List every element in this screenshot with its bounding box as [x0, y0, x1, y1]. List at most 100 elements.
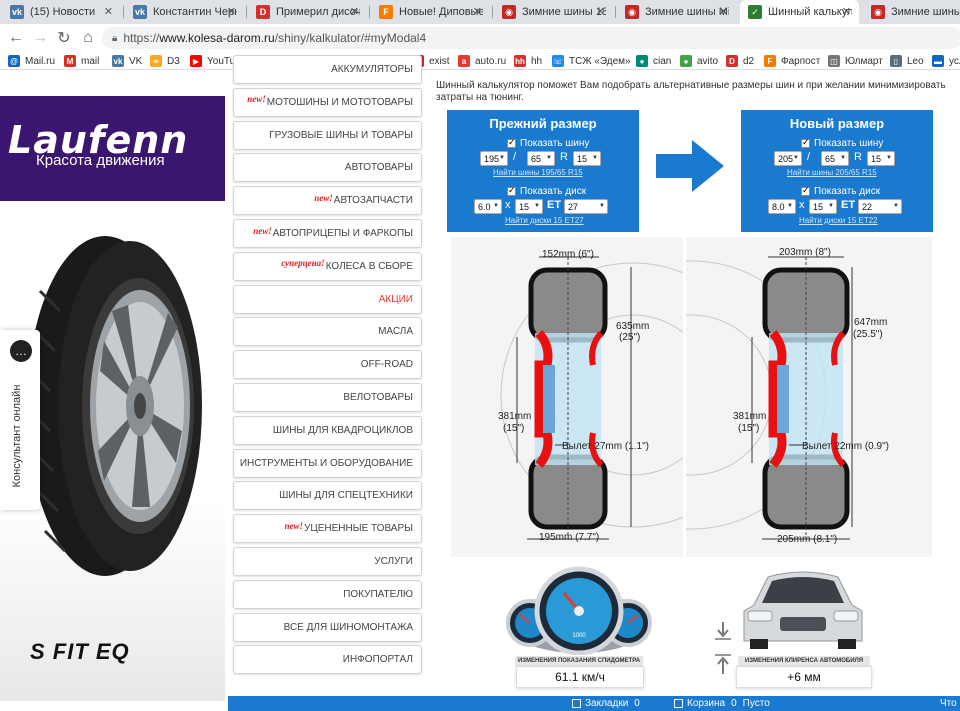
browser-tab[interactable]: vk (15) Новости ✕ — [2, 0, 121, 24]
online-consultant-tab[interactable]: … Консультант онлайн — [0, 330, 40, 510]
new-disk-radius-select[interactable]: 15 ▼ — [809, 199, 837, 214]
old-disk-radius-select[interactable]: 15 ▼ — [515, 199, 543, 214]
menu-item[interactable]: new! МОТОШИНЫ И МОТОТОВАРЫ — [233, 87, 422, 117]
laufenn-banner[interactable]: Laufenn Красота движения — [0, 96, 225, 201]
close-tab-icon[interactable]: ✕ — [104, 5, 113, 18]
old-show-tire-checkbox[interactable]: Показать шину — [507, 137, 589, 149]
menu-item[interactable]: new! УЦЕНЕННЫЕ ТОВАРЫ — [233, 514, 422, 544]
address-bar[interactable]: 🔒︎ https://www.kolesa-darom.ru/shiny/kal… — [102, 27, 960, 49]
new-find-disks-link[interactable]: Найти диски 15 ET22 — [799, 216, 878, 225]
dropdown-arrow-icon: ▼ — [592, 155, 598, 161]
new-disk-width-select[interactable]: 8.0 ▼ — [768, 199, 796, 214]
menu-item[interactable]: АКЦИИ — [233, 284, 422, 314]
new-find-tires-link[interactable]: Найти шины 205/65 R15 — [787, 168, 877, 177]
old-et-select[interactable]: 27 ▼ — [564, 199, 608, 214]
browser-tab[interactable]: ◉Зимние шины Mich✕ — [617, 0, 736, 24]
home-icon[interactable]: ⌂ — [78, 28, 98, 48]
new-profile-select[interactable]: 65 ▼ — [821, 151, 849, 166]
bookmark-item[interactable]: F Фарпост — [764, 53, 820, 69]
dropdown-arrow-icon: ▼ — [534, 203, 540, 209]
bookmark-item[interactable]: @ Mail.ru — [8, 53, 55, 69]
browser-tab[interactable]: vk Константин Черняев✕ — [125, 0, 244, 24]
bookmark-label: D3 — [167, 55, 180, 67]
bookmark-item[interactable]: ◫ Юлмарт — [828, 53, 883, 69]
close-tab-icon[interactable]: ✕ — [842, 5, 851, 18]
bookmark-item[interactable]: vk VK — [112, 53, 142, 69]
bookmark-item[interactable]: ▯ Leo — [890, 53, 924, 69]
cart-button[interactable]: Корзина 0 Пусто — [674, 698, 770, 709]
bookmark-item[interactable]: Mmail — [64, 53, 99, 69]
menu-item[interactable]: new! АВТОЗАПЧАСТИ — [233, 186, 422, 216]
old-find-tires-link[interactable]: Найти шины 195/65 R15 — [493, 168, 583, 177]
old-show-disk-checkbox[interactable]: Показать диск — [507, 185, 586, 197]
menu-item[interactable]: УСЛУГИ — [233, 547, 422, 576]
old-find-disks-link[interactable]: Найти диски 15 ET27 — [505, 216, 584, 225]
menu-item[interactable]: ГРУЗОВЫЕ ШИНЫ И ТОВАРЫ — [233, 120, 422, 150]
menu-item[interactable]: МАСЛА — [233, 317, 422, 347]
bottom-right-link[interactable]: Что — [940, 698, 957, 709]
menu-item[interactable]: ВЕЛОТОВАРЫ — [233, 383, 422, 412]
clearance-arrows-icon — [715, 622, 731, 674]
menu-item[interactable]: АВТОТОВАРЫ — [233, 153, 422, 183]
browser-tab[interactable]: D Примерил дисочки✕ — [248, 0, 367, 24]
browser-tab[interactable]: ◉ Зимние шины 185/✕ — [494, 0, 613, 24]
bookmark-item[interactable]: ❧ D3 — [150, 53, 180, 69]
menu-item[interactable]: OFF-ROAD — [233, 350, 422, 380]
new-et-select[interactable]: 22 ▼ — [858, 199, 902, 214]
new-tire-cross-section — [686, 256, 853, 540]
new-width-select[interactable]: 205 ▼ — [774, 151, 802, 166]
et-label: ET — [841, 199, 856, 211]
bookmark-item[interactable]: a auto.ru — [458, 53, 506, 69]
bookmark-favicon-icon: M — [64, 55, 76, 67]
arrow-right-icon — [656, 140, 724, 192]
bookmark-item[interactable]: hh hh — [514, 53, 542, 69]
old-radius-select[interactable]: 15 ▼ — [573, 151, 601, 166]
old-disk-width-select[interactable]: 6.0 ▼ — [474, 199, 502, 214]
menu-item[interactable]: ИНФОПОРТАЛ — [233, 645, 422, 675]
menu-item[interactable]: ВСЕ ДЛЯ ШИНОМОНТАЖА — [233, 612, 422, 642]
menu-item[interactable]: ШИНЫ ДЛЯ КВАДРОЦИКЛОВ — [233, 415, 422, 445]
menu-item[interactable]: new! АВТОПРИЦЕПЫ И ФАРКОПЫ — [233, 219, 422, 248]
close-tab-icon[interactable]: ✕ — [719, 5, 728, 18]
bookmark-favicon-icon: ☏ — [552, 55, 564, 67]
dropdown-arrow-icon: ▼ — [599, 203, 605, 209]
menu-item[interactable]: ПОКУПАТЕЛЮ — [233, 579, 422, 609]
old-width-select[interactable]: 195 ▼ — [480, 151, 508, 166]
close-tab-icon[interactable]: ✕ — [227, 5, 236, 18]
x-label: x — [505, 199, 511, 211]
cart-label: Корзина — [687, 698, 726, 709]
bookmark-favicon-icon: ▬ — [932, 55, 944, 67]
back-icon[interactable]: ← — [6, 28, 26, 48]
bookmark-label: hh — [531, 55, 543, 67]
tab-separator — [615, 6, 616, 18]
bookmark-item[interactable]: ☏ ТСЖ «Эдем» — [552, 53, 631, 69]
browser-tab[interactable]: ✓ Шинный калькулятор✕ — [740, 0, 859, 24]
old-profile-select[interactable]: 65 ▼ — [527, 151, 555, 166]
new-radius-select[interactable]: 15 ▼ — [867, 151, 895, 166]
bookmark-item[interactable]: ● avito — [680, 53, 718, 69]
new-show-tire-checkbox[interactable]: Показать шину — [801, 137, 883, 149]
browser-tab[interactable]: ◉Зимние шины Mich✕ — [863, 0, 960, 24]
bookmark-item[interactable]: Dd2 — [726, 53, 754, 69]
close-tab-icon[interactable]: ✕ — [350, 5, 359, 18]
dropdown-arrow-icon: ▼ — [499, 155, 505, 161]
browser-tab[interactable]: F Новые! Диповые Л✕ — [371, 0, 490, 24]
tab-title: Шинный калькулятор — [768, 6, 852, 18]
forward-icon[interactable]: → — [30, 28, 50, 48]
bookmark-label: ТСЖ «Эдем» — [569, 55, 631, 67]
new-size-title: Новый размер — [789, 116, 885, 131]
menu-item-label: АВТОТОВАРЫ — [344, 162, 413, 174]
menu-item[interactable]: суперцена! КОЛЕСА В СБОРЕ — [233, 251, 422, 281]
reload-icon[interactable]: ↻ — [54, 28, 74, 48]
menu-item[interactable]: АККУМУЛЯТОРЫ — [233, 55, 422, 84]
bookmark-item[interactable]: ▬ усл — [932, 53, 960, 69]
tab-separator — [123, 6, 124, 18]
new-show-disk-checkbox[interactable]: Показать диск — [801, 185, 880, 197]
bookmark-item[interactable]: ● cian — [636, 53, 671, 69]
bookmarks-button[interactable]: Закладки 0 — [572, 698, 640, 709]
menu-item[interactable]: ИНСТРУМЕНТЫ И ОБОРУДОВАНИЕ — [233, 448, 422, 478]
cart-icon — [674, 699, 683, 708]
close-tab-icon[interactable]: ✕ — [473, 5, 482, 18]
close-tab-icon[interactable]: ✕ — [596, 5, 605, 18]
menu-item[interactable]: ШИНЫ ДЛЯ СПЕЦТЕХНИКИ — [233, 481, 422, 511]
